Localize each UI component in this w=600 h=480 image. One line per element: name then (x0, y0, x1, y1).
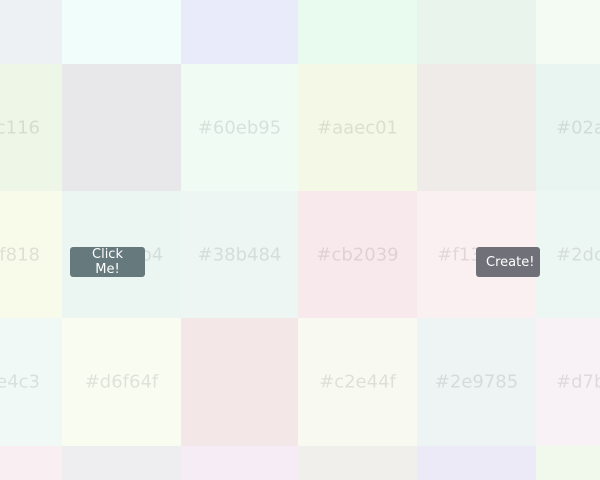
tile-hex-label: #d6f64f (84, 371, 159, 393)
color-tile (0, 446, 62, 480)
tile-hex-label: f818 (0, 244, 40, 265)
color-tile: #c2e44f (298, 318, 417, 446)
tile-hex-label: #60eb95 (197, 117, 282, 138)
color-tile: #2dc (536, 191, 600, 318)
tile-hex-label: #2dc (556, 244, 600, 265)
color-tile: #02a (536, 64, 600, 191)
color-tile-grid: c116#60eb95#aaec01#02af818#21e7b4#38b484… (0, 0, 600, 480)
color-tile (417, 0, 536, 64)
color-tile (62, 64, 181, 191)
tile-hex-label: #02a (556, 117, 600, 138)
tile-hex-label: #38b484 (197, 244, 282, 265)
color-tile (417, 446, 536, 480)
color-tile: #38b484 (181, 191, 298, 318)
color-tile: #aaec01 (298, 64, 417, 191)
color-tile: #d7b (536, 318, 600, 446)
tile-hex-label: e4c3 (0, 371, 40, 393)
tile-hex-label: c116 (0, 117, 40, 138)
color-tile (181, 318, 298, 446)
color-tile: #2e9785 (417, 318, 536, 446)
color-tile (298, 0, 417, 64)
color-tile (62, 446, 181, 480)
color-tile (0, 0, 62, 64)
color-tile (536, 446, 600, 480)
color-tile: #60eb95 (181, 64, 298, 191)
click-me-button[interactable]: Click Me! (70, 247, 145, 277)
tile-hex-label: #c2e44f (319, 371, 396, 393)
tile-hex-label: #d7b (556, 371, 600, 393)
color-tile (417, 64, 536, 191)
create-button[interactable]: Create! (476, 247, 540, 277)
color-tile (62, 0, 181, 64)
color-tile: #d6f64f (62, 318, 181, 446)
tile-hex-label: #2e9785 (434, 371, 519, 393)
color-tile (298, 446, 417, 480)
tile-hex-label: #cb2039 (316, 244, 399, 265)
color-tile (181, 0, 298, 64)
color-tile (181, 446, 298, 480)
color-tile: f818 (0, 191, 62, 318)
color-tile: c116 (0, 64, 62, 191)
color-tile: #cb2039 (298, 191, 417, 318)
color-tile: e4c3 (0, 318, 62, 446)
color-tile (536, 0, 600, 64)
tile-hex-label: #aaec01 (316, 117, 399, 138)
